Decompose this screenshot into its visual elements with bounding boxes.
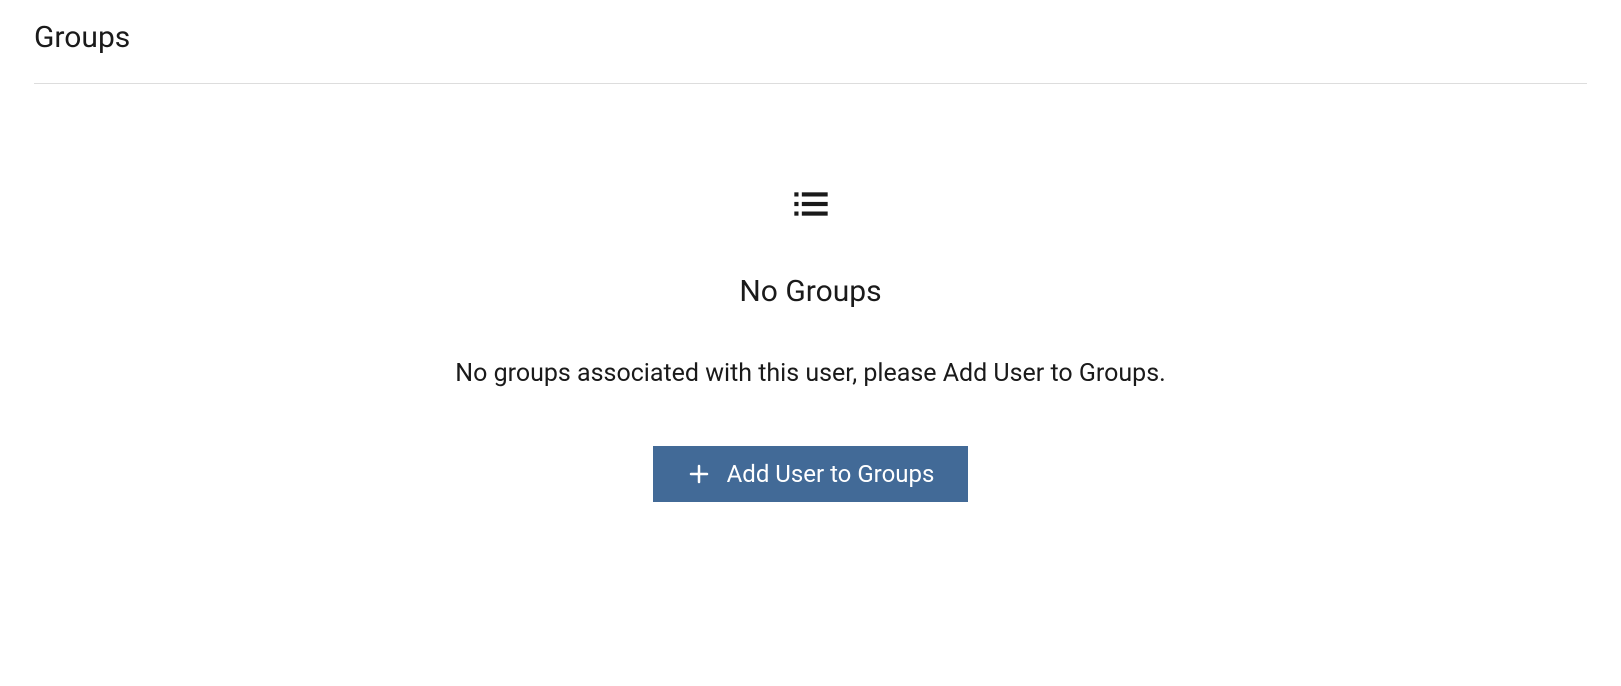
add-button-label: Add User to Groups <box>727 460 935 488</box>
groups-section: Groups No Groups No groups associated wi… <box>0 0 1621 502</box>
empty-state-description: No groups associated with this user, ple… <box>455 359 1165 388</box>
empty-state-title: No Groups <box>739 274 881 309</box>
list-icon <box>791 184 831 224</box>
plus-icon <box>687 462 711 486</box>
section-header: Groups <box>34 20 1587 84</box>
add-user-to-groups-button[interactable]: Add User to Groups <box>653 446 969 502</box>
empty-state: No Groups No groups associated with this… <box>34 84 1587 502</box>
section-title: Groups <box>34 20 1587 55</box>
